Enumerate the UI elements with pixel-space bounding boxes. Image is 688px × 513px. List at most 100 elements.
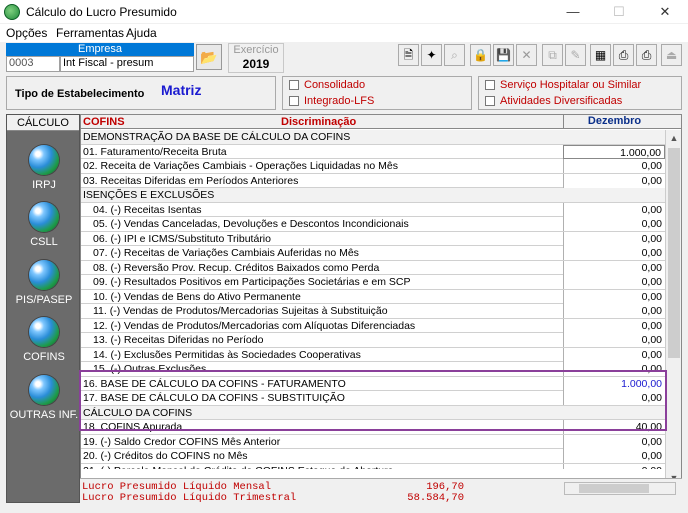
menu-bar: Opções Ferramentas Ajuda bbox=[0, 24, 688, 42]
app-icon bbox=[4, 4, 20, 20]
minimize-button[interactable]: — bbox=[550, 0, 596, 24]
exercicio-label: Exercício bbox=[233, 44, 279, 56]
row-value-cell[interactable]: 0,00 bbox=[563, 333, 665, 347]
sidebar-item-outras-inf[interactable]: OUTRAS INF. bbox=[7, 375, 81, 421]
row-value-cell[interactable]: 0,00 bbox=[563, 275, 665, 289]
globe-icon bbox=[29, 375, 59, 405]
footer-totals: Lucro Presumido Líquido Mensal 196,70 Lu… bbox=[80, 478, 682, 504]
exercicio-box[interactable]: Exercício 2019 bbox=[228, 43, 284, 73]
sidebar-item-csll[interactable]: CSLL bbox=[7, 202, 81, 248]
table-row: 02. Receita de Variações Cambiais - Oper… bbox=[81, 159, 665, 174]
consolidado-checkbox[interactable]: Consolidado bbox=[289, 79, 365, 93]
status-bar bbox=[0, 503, 688, 513]
row-value-cell[interactable]: 1.000,00 bbox=[563, 144, 665, 159]
row-value-cell[interactable]: 0,00 bbox=[563, 449, 665, 463]
row-description: 10. (-) Vendas de Bens do Ativo Permanen… bbox=[93, 290, 301, 303]
row-value-cell[interactable]: 0,00 bbox=[563, 231, 665, 246]
table-row: 19. (-) Saldo Credor COFINS Mês Anterior… bbox=[81, 434, 665, 449]
print-preview-icon[interactable]: ⎙ bbox=[636, 44, 657, 66]
exit-icon[interactable]: ⏏ bbox=[661, 44, 682, 66]
open-folder-button[interactable]: 📂 bbox=[196, 44, 222, 70]
row-description: 05. (-) Vendas Canceladas, Devoluções e … bbox=[93, 218, 409, 230]
table-row: 07. (-) Receitas de Variações Cambiais A… bbox=[81, 246, 665, 261]
globe-icon bbox=[29, 145, 59, 175]
edit-icon[interactable]: ✎ bbox=[565, 44, 586, 66]
integrado-lfs-checkbox[interactable]: Integrado-LFS bbox=[289, 95, 374, 109]
maximize-button[interactable]: ☐ bbox=[596, 0, 642, 24]
table-row: 09. (-) Resultados Positivos em Particip… bbox=[81, 275, 665, 290]
scroll-up-icon[interactable]: ▲ bbox=[666, 130, 682, 146]
menu-ajuda[interactable]: Ajuda bbox=[126, 26, 157, 40]
row-value-cell[interactable]: 0,00 bbox=[563, 260, 665, 275]
lock-icon[interactable]: 🔒 bbox=[470, 44, 491, 66]
sidebar-item-irpj[interactable]: IRPJ bbox=[7, 145, 81, 191]
row-description: ISENÇÕES E EXCLUSÕES bbox=[83, 189, 215, 201]
highlight-box bbox=[79, 370, 667, 431]
row-value-cell[interactable]: 0,00 bbox=[563, 246, 665, 260]
table-row: 03. Receitas Diferidas em Períodos Anter… bbox=[81, 173, 665, 188]
row-value-cell[interactable]: 0,00 bbox=[563, 202, 665, 217]
row-value-cell[interactable]: 0,00 bbox=[563, 463, 665, 469]
estabelecimento-label: Tipo de Estabelecimento bbox=[15, 88, 145, 100]
document-icon[interactable]: 🗎 bbox=[398, 44, 419, 66]
table-row: 13. (-) Receitas Diferidas no Período 0,0… bbox=[81, 333, 665, 348]
row-description: 20. (-) Créditos do COFINS no Mês bbox=[83, 450, 248, 462]
calculator-icon[interactable]: ▦ bbox=[590, 44, 611, 66]
row-value-cell[interactable]: 0,00 bbox=[563, 289, 665, 304]
hscroll-thumb[interactable] bbox=[579, 484, 649, 493]
row-description: 08. (-) Reversão Prov. Recup. Créditos B… bbox=[93, 261, 380, 274]
save-icon[interactable]: 💾 bbox=[493, 44, 514, 66]
sidebar-item-pis-pasep[interactable]: PIS/PASEP bbox=[7, 260, 81, 306]
empresa-name-field[interactable]: Int Fiscal - presum bbox=[60, 56, 194, 72]
menu-ferramentas[interactable]: Ferramentas bbox=[56, 26, 124, 40]
row-description: 19. (-) Saldo Credor COFINS Mês Anterior bbox=[83, 435, 281, 448]
options-group-left: Consolidado Integrado-LFS bbox=[282, 76, 472, 110]
grid-header: COFINS Discriminação Dezembro bbox=[81, 115, 681, 129]
servico-hospitalar-checkbox[interactable]: Serviço Hospitalar ou Similar bbox=[485, 79, 641, 93]
scroll-thumb[interactable] bbox=[668, 148, 680, 358]
row-description: 13. (-) Receitas Diferidas no Período bbox=[93, 334, 264, 346]
row-description: 12. (-) Vendas de Produtos/Mercadorias c… bbox=[93, 319, 416, 332]
column-discriminacao: Discriminação bbox=[281, 116, 357, 128]
folder-icon: 📂 bbox=[200, 49, 218, 65]
row-description: 01. Faturamento/Receita Bruta bbox=[83, 145, 227, 158]
estabelecimento-value: Matriz bbox=[161, 82, 202, 98]
sidebar-item-cofins[interactable]: COFINS bbox=[7, 317, 81, 363]
row-description: 03. Receitas Diferidas em Períodos Anter… bbox=[83, 174, 299, 187]
row-value-cell[interactable]: 0,00 bbox=[563, 347, 665, 362]
copy-icon[interactable]: ⧉ bbox=[542, 44, 563, 66]
table-row: 08. (-) Reversão Prov. Recup. Créditos B… bbox=[81, 260, 665, 275]
window-title: Cálculo do Lucro Presumido bbox=[26, 5, 177, 19]
close-button[interactable]: ✕ bbox=[642, 0, 688, 24]
row-value-cell[interactable]: 0,00 bbox=[563, 304, 665, 318]
row-value-cell[interactable]: 0,00 bbox=[563, 318, 665, 333]
row-description: 09. (-) Resultados Positivos em Particip… bbox=[93, 276, 411, 288]
search-icon[interactable]: ⌕ bbox=[444, 44, 465, 66]
table-row: 06. (-) IPI e ICMS/Substituto Tributário… bbox=[81, 231, 665, 246]
section-header-row: ISENÇÕES E EXCLUSÕES bbox=[81, 188, 665, 203]
table-row: 21. (-) Parcela Mensal do Crédito do COF… bbox=[81, 463, 665, 470]
row-value-cell[interactable]: 0,00 bbox=[563, 434, 665, 449]
column-dezembro[interactable]: Dezembro bbox=[563, 115, 665, 129]
row-description: 02. Receita de Variações Cambiais - Oper… bbox=[83, 160, 398, 172]
print-icon[interactable]: ⎙ bbox=[613, 44, 634, 66]
row-description: 21. (-) Parcela Mensal do Crédito do COF… bbox=[83, 464, 393, 470]
table-row: 01. Faturamento/Receita Bruta 1.000,00 bbox=[81, 144, 665, 159]
table-row: 11. (-) Vendas de Produtos/Mercadorias S… bbox=[81, 304, 665, 319]
row-description: DEMONSTRAÇÃO DA BASE DE CÁLCULO DA COFIN… bbox=[83, 131, 351, 143]
atividades-diversificadas-checkbox[interactable]: Atividades Diversificadas bbox=[485, 95, 622, 109]
delete-icon[interactable]: ✕ bbox=[516, 44, 537, 66]
row-value-cell[interactable]: 0,00 bbox=[563, 159, 665, 173]
table-row: 10. (-) Vendas de Bens do Ativo Permanen… bbox=[81, 289, 665, 304]
navigate-icon[interactable]: ✦ bbox=[421, 44, 442, 66]
table-row: 04. (-) Receitas Isentas 0,00 bbox=[81, 202, 665, 217]
row-value-cell[interactable]: 0,00 bbox=[563, 217, 665, 231]
calculo-sidebar: CÁLCULO IRPJ CSLL PIS/PASEP COFINS OUTRA… bbox=[6, 114, 80, 503]
empresa-code-field[interactable]: 0003 bbox=[6, 56, 60, 72]
row-value-cell[interactable]: 0,00 bbox=[563, 173, 665, 188]
row-description: 11. (-) Vendas de Produtos/Mercadorias S… bbox=[93, 305, 388, 317]
menu-opcoes[interactable]: Opções bbox=[6, 26, 47, 40]
horizontal-scrollbar[interactable] bbox=[564, 482, 676, 495]
vertical-scrollbar[interactable]: ▲ ▼ bbox=[665, 130, 681, 486]
row-description: 14. (-) Exclusões Permitidas às Sociedad… bbox=[93, 348, 361, 361]
